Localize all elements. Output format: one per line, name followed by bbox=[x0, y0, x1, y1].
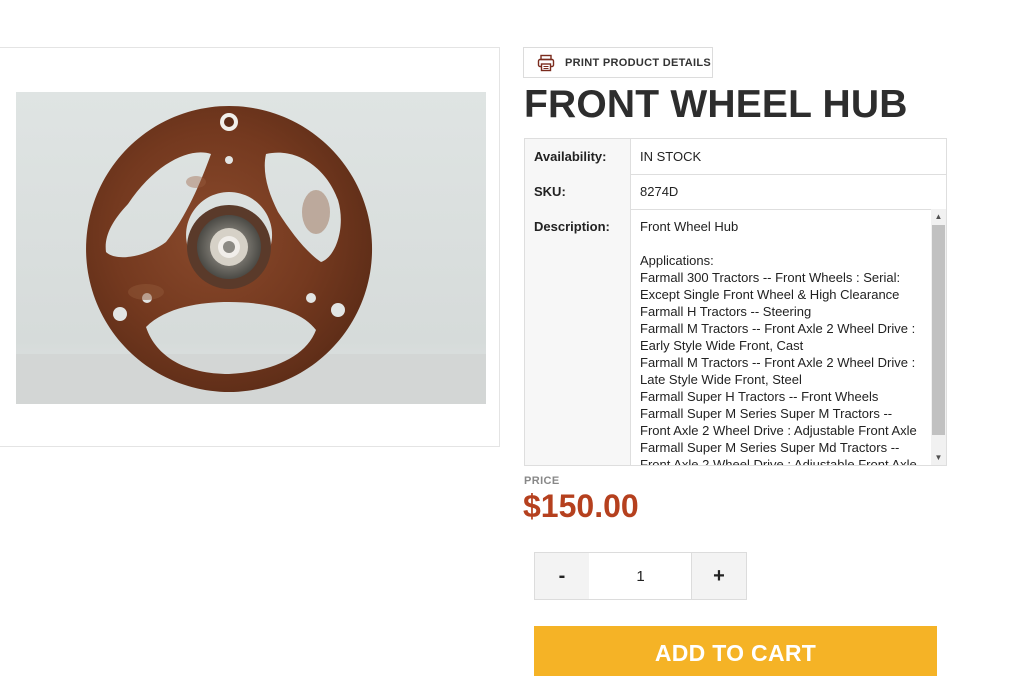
print-product-details-button[interactable]: PRINT PRODUCT DETAILS bbox=[523, 47, 713, 78]
sku-row: SKU: 8274D bbox=[525, 174, 946, 210]
application-item: Farmall Super M Series Super M Tractors … bbox=[640, 406, 917, 438]
product-image[interactable] bbox=[16, 92, 486, 404]
product-title: FRONT WHEEL HUB bbox=[524, 83, 908, 126]
description-label: Description: bbox=[525, 209, 631, 465]
sku-value: 8274D bbox=[640, 184, 679, 199]
sku-label: SKU: bbox=[525, 174, 631, 209]
application-item: Farmall Super H Tractors -- Front Wheels bbox=[640, 389, 879, 404]
application-item: Farmall Super M Series Super Md Tractors… bbox=[640, 440, 917, 465]
application-item: Farmall M Tractors -- Front Axle 2 Wheel… bbox=[640, 355, 916, 387]
availability-label: Availability: bbox=[525, 139, 631, 174]
scroll-down-arrow-icon[interactable]: ▼ bbox=[931, 450, 946, 465]
application-item: Farmall 300 Tractors -- Front Wheels : S… bbox=[640, 270, 901, 302]
price-value: $150.00 bbox=[523, 488, 639, 524]
applications-heading: Applications: bbox=[640, 253, 714, 268]
availability-row: Availability: IN STOCK bbox=[525, 139, 946, 175]
description-text: Front Wheel Hub Applications: Farmall 30… bbox=[632, 209, 946, 465]
print-button-label: PRINT PRODUCT DETAILS bbox=[565, 56, 712, 69]
scroll-up-arrow-icon[interactable]: ▲ bbox=[931, 209, 946, 224]
printer-icon bbox=[537, 54, 555, 72]
description-row: Description: Front Wheel Hub Application… bbox=[525, 209, 946, 465]
quantity-increase-button[interactable]: + bbox=[691, 553, 746, 599]
price-label: PRICE bbox=[524, 475, 560, 487]
application-item: Farmall M Tractors -- Front Axle 2 Wheel… bbox=[640, 321, 916, 353]
add-to-cart-button[interactable]: ADD TO CART bbox=[534, 626, 937, 676]
scrollbar-thumb[interactable] bbox=[932, 225, 945, 435]
description-title: Front Wheel Hub bbox=[640, 219, 739, 234]
quantity-stepper: - + bbox=[534, 552, 747, 600]
quantity-input[interactable] bbox=[589, 553, 692, 599]
product-details-table: Availability: IN STOCK SKU: 8274D Descri… bbox=[524, 138, 947, 466]
application-item: Farmall H Tractors -- Steering bbox=[640, 304, 812, 319]
product-image-panel bbox=[0, 47, 500, 447]
availability-value: IN STOCK bbox=[640, 149, 702, 164]
quantity-decrease-button[interactable]: - bbox=[535, 553, 590, 599]
description-scroll-area[interactable]: Front Wheel Hub Applications: Farmall 30… bbox=[632, 209, 946, 465]
description-scrollbar[interactable]: ▲ ▼ bbox=[931, 209, 946, 465]
